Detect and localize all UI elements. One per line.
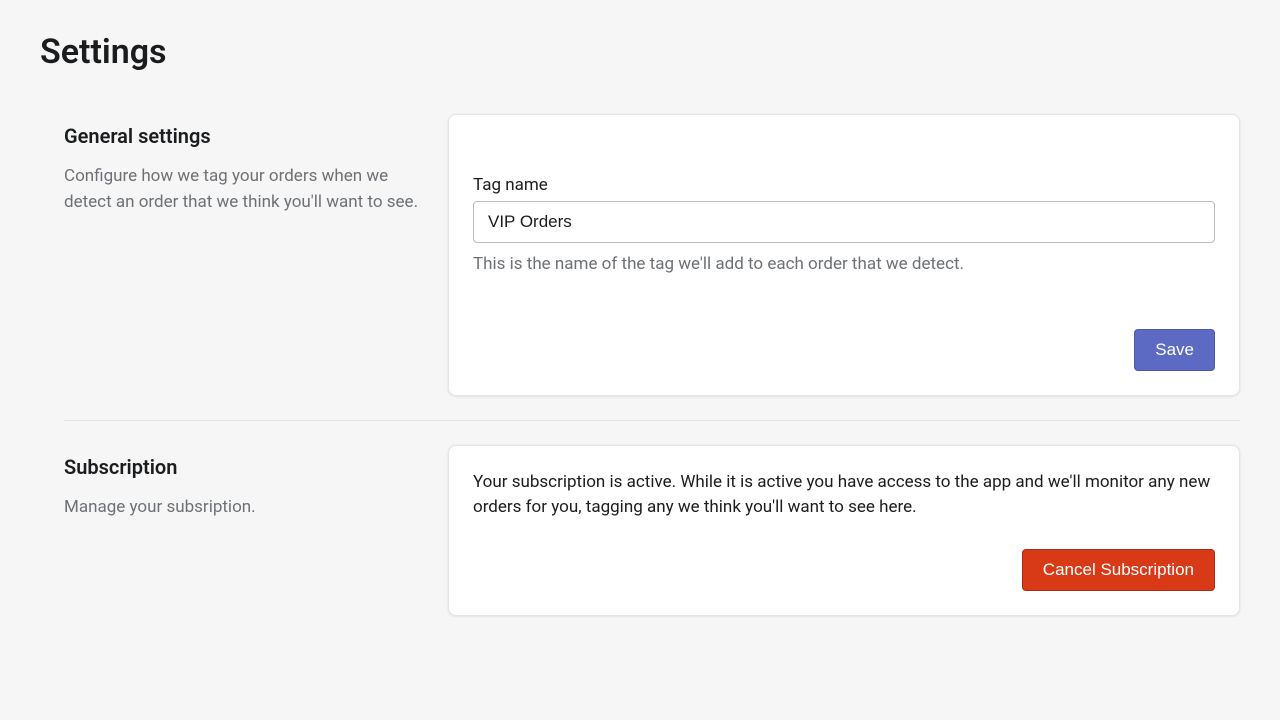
subscription-description: Manage your subsription. — [64, 495, 424, 521]
section-divider — [64, 420, 1240, 421]
cancel-subscription-button[interactable]: Cancel Subscription — [1022, 549, 1215, 591]
save-button[interactable]: Save — [1134, 329, 1215, 371]
subscription-status-text: Your subscription is active. While it is… — [473, 470, 1215, 521]
tag-name-label: Tag name — [473, 175, 1215, 195]
tag-name-help-text: This is the name of the tag we'll add to… — [473, 253, 1215, 277]
subscription-card: Your subscription is active. While it is… — [448, 445, 1240, 616]
general-settings-heading: General settings — [64, 124, 424, 148]
general-settings-description: Configure how we tag your orders when we… — [64, 164, 424, 215]
subscription-heading: Subscription — [64, 455, 424, 479]
tag-name-input[interactable] — [473, 201, 1215, 243]
page-title: Settings — [40, 32, 1240, 72]
general-settings-card: Tag name This is the name of the tag we'… — [448, 114, 1240, 396]
general-settings-section: General settings Configure how we tag yo… — [64, 114, 1240, 420]
subscription-section: Subscription Manage your subsription. Yo… — [64, 445, 1240, 640]
